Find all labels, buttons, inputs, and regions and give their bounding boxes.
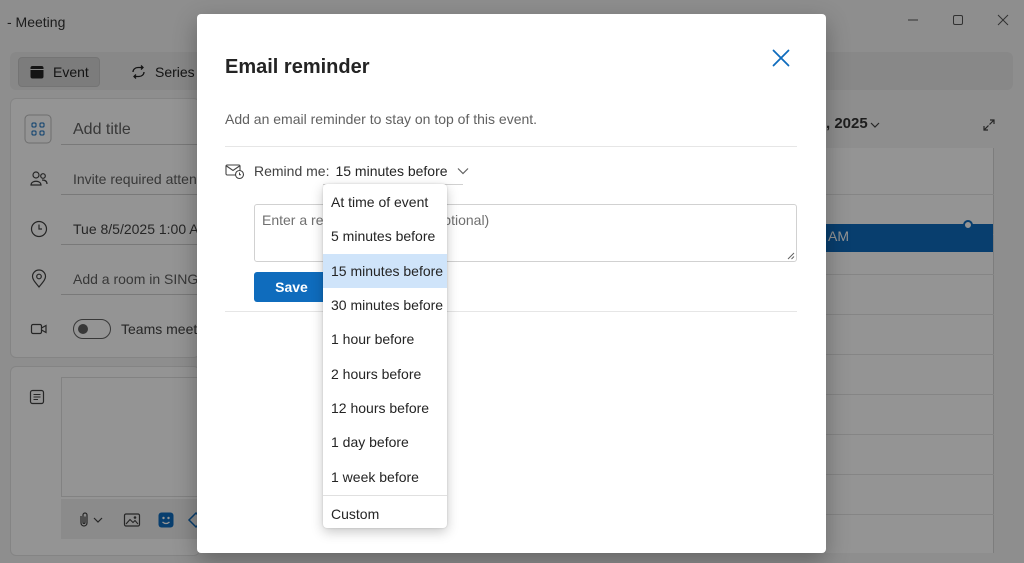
option-custom[interactable]: Custom bbox=[323, 497, 447, 531]
remind-me-row: Remind me: 15 minutes before bbox=[225, 160, 469, 182]
option-15-minutes-before[interactable]: 15 minutes before bbox=[323, 253, 447, 288]
option-at-time-of-event[interactable]: At time of event bbox=[323, 185, 447, 219]
save-button[interactable]: Save bbox=[254, 272, 329, 302]
option-5-minutes-before[interactable]: 5 minutes before bbox=[323, 219, 447, 253]
dialog-title: Email reminder bbox=[225, 56, 370, 78]
close-icon[interactable] bbox=[769, 46, 793, 70]
listbox-divider bbox=[323, 494, 447, 496]
remind-me-value: 15 minutes before bbox=[335, 163, 448, 179]
divider bbox=[225, 146, 797, 147]
dialog-description: Add an email reminder to stay on top of … bbox=[225, 111, 538, 127]
chevron-down-icon bbox=[457, 168, 468, 175]
option-12-hours-before[interactable]: 12 hours before bbox=[323, 391, 447, 425]
divider bbox=[225, 311, 797, 312]
remind-me-label: Remind me: bbox=[254, 163, 330, 179]
option-2-hours-before[interactable]: 2 hours before bbox=[323, 356, 447, 390]
option-1-week-before[interactable]: 1 week before bbox=[323, 459, 447, 493]
option-1-hour-before[interactable]: 1 hour before bbox=[323, 322, 447, 356]
resize-grip-icon[interactable] bbox=[786, 251, 795, 260]
remind-options-listbox: At time of event 5 minutes before 15 min… bbox=[323, 184, 447, 528]
email-reminder-dialog: Email reminder Add an email reminder to … bbox=[197, 14, 826, 553]
remind-me-dropdown[interactable]: 15 minutes before bbox=[335, 163, 468, 179]
option-30-minutes-before[interactable]: 30 minutes before bbox=[323, 288, 447, 322]
option-1-day-before[interactable]: 1 day before bbox=[323, 425, 447, 459]
mail-clock-icon bbox=[225, 164, 245, 180]
